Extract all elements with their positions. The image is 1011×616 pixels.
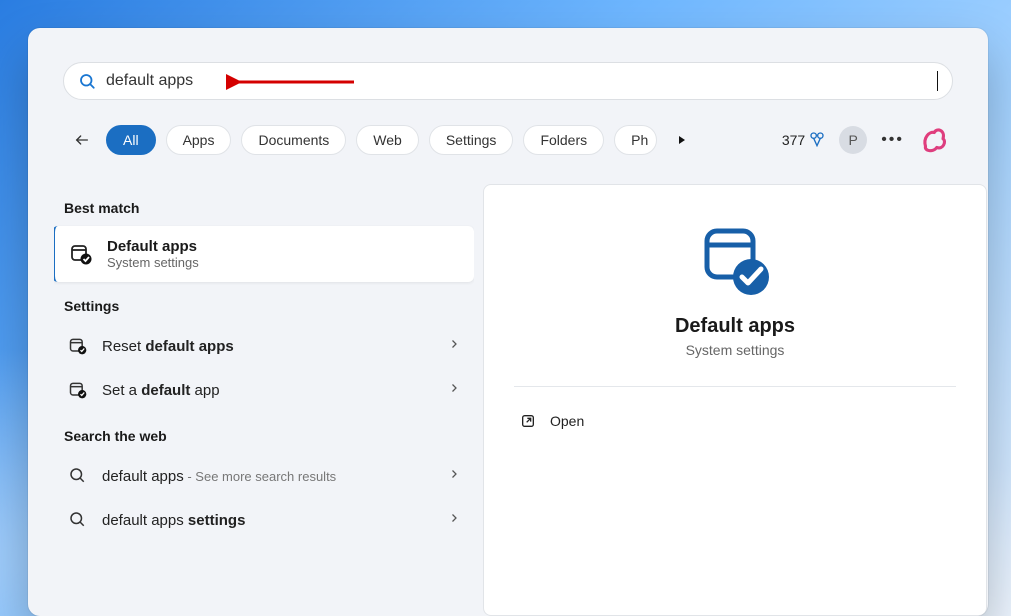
- divider: [514, 386, 956, 387]
- best-match-result[interactable]: Default apps System settings: [54, 226, 474, 282]
- profile-avatar[interactable]: P: [839, 126, 867, 154]
- chevron-right-icon: [448, 511, 460, 529]
- details-pane: Default apps System settings Open: [483, 184, 987, 616]
- filter-chip-folders[interactable]: Folders: [523, 125, 604, 155]
- settings-heading: Settings: [54, 282, 474, 324]
- best-match-heading: Best match: [54, 184, 474, 226]
- more-menu[interactable]: •••: [881, 131, 904, 149]
- default-apps-icon: [69, 242, 93, 266]
- open-action[interactable]: Open: [514, 405, 956, 437]
- open-external-icon: [520, 413, 536, 429]
- result-label: default apps settings: [102, 512, 434, 529]
- best-match-title: Default apps: [107, 238, 199, 255]
- filter-row: All Apps Documents Web Settings Folders …: [68, 122, 948, 158]
- rewards-points[interactable]: 377: [782, 131, 825, 150]
- copilot-icon[interactable]: [918, 125, 948, 155]
- search-icon: [78, 72, 96, 90]
- best-match-subtitle: System settings: [107, 255, 199, 270]
- details-subtitle: System settings: [686, 342, 785, 358]
- search-window: All Apps Documents Web Settings Folders …: [28, 28, 988, 616]
- search-input[interactable]: [106, 72, 939, 90]
- result-label: Set a default app: [102, 382, 434, 399]
- chevron-right-icon: [448, 467, 460, 485]
- settings-result-set-a-default-app[interactable]: Set a default app: [54, 368, 474, 412]
- search-icon: [68, 466, 88, 486]
- results-column: Best match Default apps System settings …: [54, 184, 474, 616]
- filter-chip-settings[interactable]: Settings: [429, 125, 514, 155]
- filter-chip-all[interactable]: All: [106, 125, 156, 155]
- web-result-default-apps-settings[interactable]: default apps settings: [54, 498, 474, 542]
- profile-initial: P: [849, 132, 858, 148]
- search-icon: [68, 510, 88, 530]
- web-heading: Search the web: [54, 412, 474, 454]
- reset-default-apps-icon: [68, 336, 88, 356]
- filter-scroll-right[interactable]: [667, 126, 697, 154]
- rewards-count: 377: [782, 132, 805, 148]
- rewards-icon: [809, 131, 825, 150]
- chevron-right-icon: [448, 337, 460, 355]
- open-label: Open: [550, 413, 584, 429]
- filter-chip-documents[interactable]: Documents: [241, 125, 346, 155]
- search-bar[interactable]: [63, 62, 953, 100]
- default-apps-large-icon: [695, 221, 775, 301]
- filter-chip-web[interactable]: Web: [356, 125, 419, 155]
- filter-chip-photos[interactable]: Ph: [614, 125, 657, 155]
- result-label: default apps - See more search results: [102, 468, 434, 485]
- web-result-default-apps[interactable]: default apps - See more search results: [54, 454, 474, 498]
- filter-chip-apps[interactable]: Apps: [166, 125, 232, 155]
- back-arrow[interactable]: [68, 126, 96, 154]
- result-label: Reset default apps: [102, 338, 434, 355]
- settings-result-reset-default-apps[interactable]: Reset default apps: [54, 324, 474, 368]
- set-default-app-icon: [68, 380, 88, 400]
- details-title: Default apps: [675, 315, 795, 338]
- chevron-right-icon: [448, 381, 460, 399]
